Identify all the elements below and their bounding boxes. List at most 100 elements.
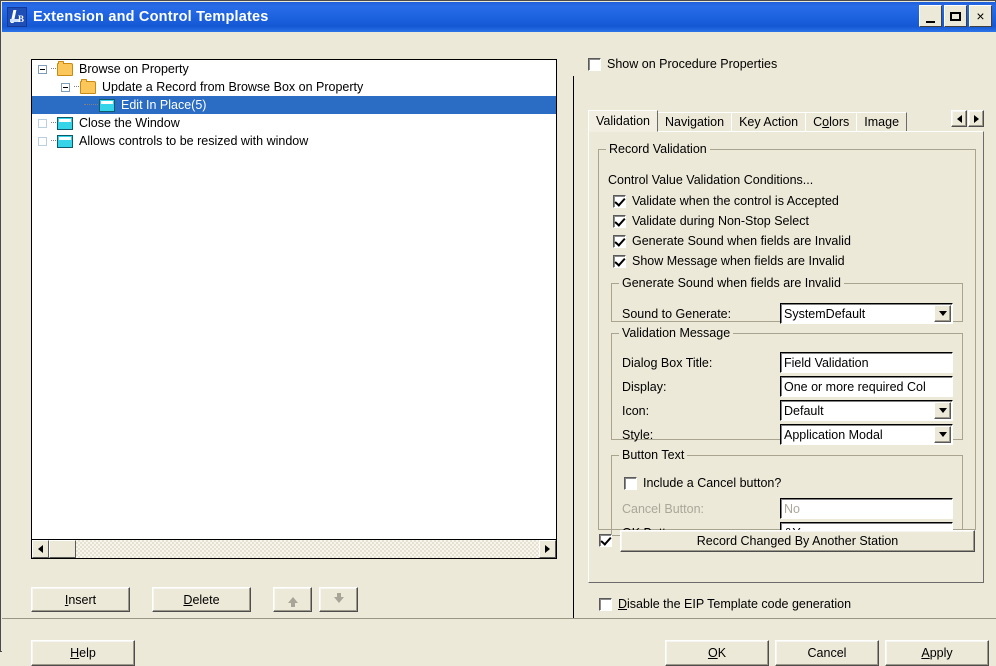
tab-key-action[interactable]: Key Action xyxy=(731,112,807,132)
tree-connector xyxy=(51,140,56,142)
expander-icon[interactable] xyxy=(38,136,47,146)
icon-combo[interactable]: Default xyxy=(780,400,953,421)
move-down-button[interactable] xyxy=(319,587,358,612)
app-icon: B xyxy=(7,7,27,27)
tree-connector xyxy=(51,122,56,124)
next-tab-icon xyxy=(973,114,979,123)
checkbox-box xyxy=(588,57,601,71)
button-text-group: Button Text Include a Cancel button? Can… xyxy=(611,448,963,543)
record-changed-button[interactable]: Record Changed By Another Station xyxy=(620,530,975,552)
cancel-button-label: Cancel Button: xyxy=(622,502,704,516)
close-button[interactable]: × xyxy=(969,5,992,27)
tree-item-label: Browse on Property xyxy=(79,62,189,76)
show-message-checkbox[interactable]: Show Message when fields are Invalid xyxy=(613,254,845,268)
tab-label: Validation xyxy=(596,114,650,128)
apply-button-label: Apply xyxy=(921,646,953,660)
display-label: Display: xyxy=(622,380,667,394)
sound-to-generate-combo[interactable]: SystemDefault xyxy=(780,303,953,324)
expander-icon[interactable] xyxy=(38,64,47,74)
title-bar: B Extension and Control Templates × xyxy=(2,2,996,32)
checkbox-label: Include a Cancel button? xyxy=(643,476,782,490)
tree-item-label: Allows controls to be resized with windo… xyxy=(79,134,309,148)
template-tree[interactable]: Browse on Property Update a Record from … xyxy=(31,59,557,540)
tab-validation[interactable]: Validation xyxy=(588,110,658,132)
record-changed-button-label: Record Changed By Another Station xyxy=(696,534,899,548)
window-icon xyxy=(57,134,73,148)
folder-icon xyxy=(57,60,73,76)
checkbox-label: Show Message when fields are Invalid xyxy=(632,254,845,268)
delete-button[interactable]: Delete xyxy=(152,587,251,612)
display-input[interactable]: One or more required Col xyxy=(780,376,953,397)
disable-eip-label: Disable the EIP Template code generation xyxy=(618,597,852,611)
validate-non-stop-select-checkbox[interactable]: Validate during Non-Stop Select xyxy=(613,214,809,228)
tab-prev-button[interactable] xyxy=(951,110,967,127)
checkbox-box xyxy=(613,234,626,248)
prev-tab-icon xyxy=(956,114,962,123)
tree-item-label: Edit In Place(5) xyxy=(118,97,211,113)
close-icon: × xyxy=(976,8,985,24)
bottom-divider xyxy=(2,618,996,619)
tree-item-update-a-record[interactable]: Update a Record from Browse Box on Prope… xyxy=(32,78,556,96)
dialog-box-title-label: Dialog Box Title: xyxy=(622,356,713,370)
include-cancel-button-checkbox[interactable]: Include a Cancel button? xyxy=(624,476,781,490)
button-text-legend: Button Text xyxy=(622,448,685,462)
scrollbar-thumb[interactable] xyxy=(49,540,76,558)
record-validation-legend: Record Validation xyxy=(609,142,707,156)
control-value-conditions-label: Control Value Validation Conditions... xyxy=(608,173,814,187)
cancel-button[interactable]: Cancel xyxy=(775,640,879,666)
chevron-down-icon[interactable] xyxy=(934,402,951,419)
checkbox-label: Validate when the control is Accepted xyxy=(632,194,839,208)
dialog-box-title-input[interactable]: Field Validation xyxy=(780,352,953,373)
ok-button[interactable]: OK xyxy=(665,640,769,666)
generate-sound-legend: Generate Sound when fields are Invalid xyxy=(622,276,841,290)
tree-connector xyxy=(51,68,56,70)
tree-item-browse-on-property[interactable]: Browse on Property xyxy=(32,60,556,78)
tree-item-edit-in-place[interactable]: Edit In Place(5) xyxy=(32,96,556,114)
window-icon xyxy=(99,98,115,112)
apply-button[interactable]: Apply xyxy=(885,640,989,666)
chevron-down-icon[interactable] xyxy=(934,426,951,443)
help-button-label: Help xyxy=(70,646,96,660)
generate-sound-checkbox[interactable]: Generate Sound when fields are Invalid xyxy=(613,234,851,248)
tab-label: Image xyxy=(864,115,900,129)
disable-eip-checkbox[interactable]: Disable the EIP Template code generation xyxy=(599,597,851,611)
cancel-button-value: No xyxy=(784,501,800,516)
expander-icon[interactable] xyxy=(61,82,70,92)
scrollbar-track[interactable] xyxy=(76,540,539,558)
expander-icon[interactable] xyxy=(38,118,47,128)
insert-button-label: nsert xyxy=(68,592,97,607)
tree-item-close-the-window[interactable]: Close the Window xyxy=(32,114,556,132)
validation-message-legend: Validation Message xyxy=(622,326,731,340)
move-up-icon xyxy=(287,596,298,607)
icon-value: Default xyxy=(784,403,824,418)
tab-image[interactable]: Image xyxy=(856,112,908,132)
tab-navigation[interactable]: Navigation xyxy=(656,112,733,132)
show-on-procedure-properties-checkbox[interactable]: Show on Procedure Properties xyxy=(588,57,777,71)
tab-colors[interactable]: Colors xyxy=(805,112,858,132)
checkbox-box xyxy=(613,194,626,208)
scroll-right-button[interactable] xyxy=(539,540,556,558)
minimize-button[interactable] xyxy=(919,5,942,27)
style-combo[interactable]: Application Modal xyxy=(780,424,953,445)
tab-next-button[interactable] xyxy=(968,110,984,127)
checkbox-label: Validate during Non-Stop Select xyxy=(632,214,809,228)
scroll-left-button[interactable] xyxy=(32,540,49,558)
chevron-down-icon[interactable] xyxy=(934,305,951,322)
record-changed-checkbox[interactable] xyxy=(599,534,618,547)
tree-item-allows-controls-resized[interactable]: Allows controls to be resized with windo… xyxy=(32,132,556,150)
move-up-button[interactable] xyxy=(273,587,312,612)
tree-connector xyxy=(74,86,79,88)
validation-message-group: Validation Message Dialog Box Title: Fie… xyxy=(611,326,963,445)
maximize-button[interactable] xyxy=(944,5,967,27)
tab-label: Colors xyxy=(813,115,850,129)
validate-when-accepted-checkbox[interactable]: Validate when the control is Accepted xyxy=(613,194,839,208)
tree-horizontal-scrollbar[interactable] xyxy=(31,540,557,559)
window-controls: × xyxy=(919,5,992,27)
help-button[interactable]: Help xyxy=(31,640,135,666)
tab-label: Navigation xyxy=(664,115,725,129)
tab-label: Key Action xyxy=(739,115,799,129)
cancel-button-input[interactable]: No xyxy=(780,498,953,519)
window-icon xyxy=(57,116,73,130)
insert-button[interactable]: Insert xyxy=(31,587,130,612)
ok-button-label: OK xyxy=(707,646,727,660)
